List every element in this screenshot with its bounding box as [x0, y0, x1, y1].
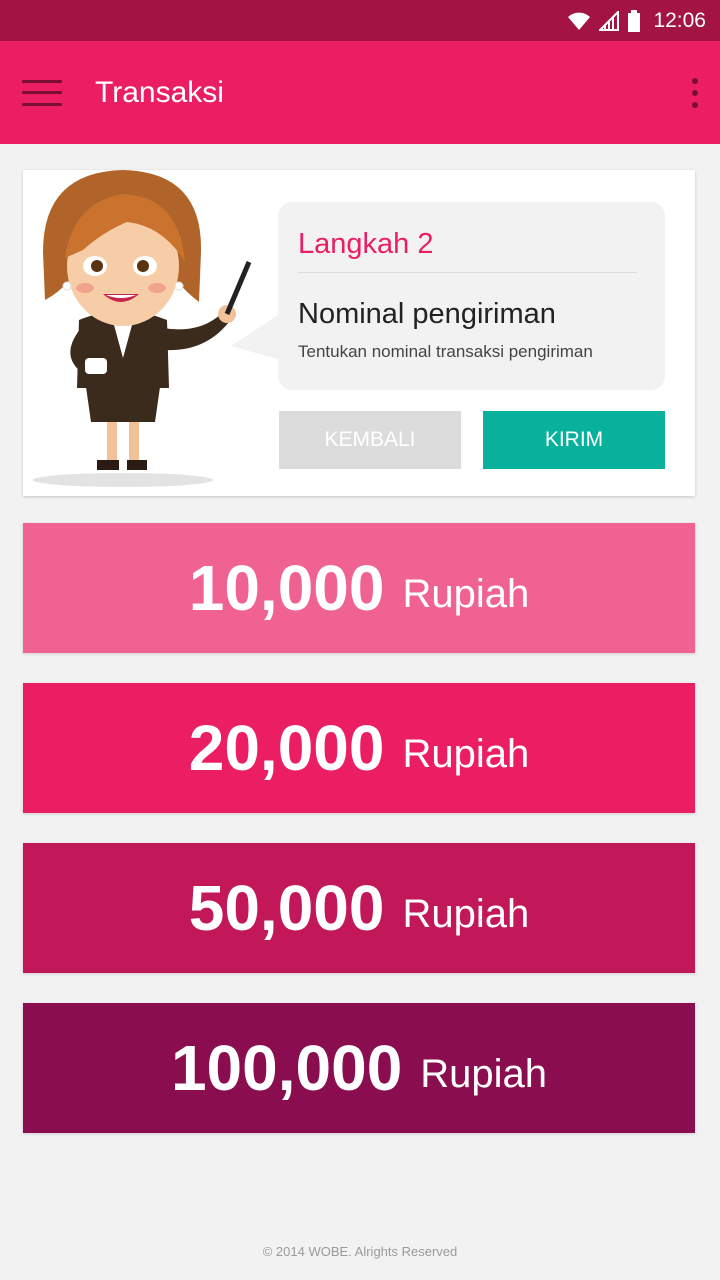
send-button[interactable]: KIRIM — [483, 411, 665, 469]
signal-icon — [599, 10, 620, 31]
battery-icon — [628, 9, 641, 32]
amount-value: 20,000 — [188, 712, 385, 784]
footer-copyright: © 2014 WOBE. Alrights Reserved — [262, 1244, 458, 1259]
amount-option-50000[interactable]: 50,000 Rupiah — [23, 843, 695, 973]
step-description: Tentukan nominal transaksi pengiriman — [298, 342, 593, 361]
page-title: Transaksi — [95, 75, 224, 109]
status-time: 12:06 — [653, 8, 706, 32]
guide-card: Langkah 2 Nominal pengiriman Tentukan no… — [23, 170, 695, 496]
amount-value: 10,000 — [188, 552, 385, 624]
menu-icon[interactable] — [22, 79, 62, 106]
amount-option-20000[interactable]: 20,000 Rupiah — [23, 683, 695, 813]
divider — [298, 272, 637, 273]
step-title: Langkah 2 — [298, 228, 434, 260]
amount-unit: Rupiah — [402, 731, 530, 776]
amount-unit: Rupiah — [402, 571, 530, 616]
status-bar: 12:06 — [0, 0, 720, 41]
amount-option-10000[interactable]: 10,000 Rupiah — [23, 523, 695, 653]
amount-unit: Rupiah — [420, 1051, 548, 1096]
teacher-mascot-illustration — [33, 170, 252, 487]
speech-bubble: Langkah 2 Nominal pengiriman Tentukan no… — [278, 202, 665, 390]
more-options-icon[interactable] — [692, 78, 698, 108]
amount-option-100000[interactable]: 100,000 Rupiah — [23, 1003, 695, 1133]
amount-unit: Rupiah — [402, 891, 530, 936]
amount-value: 100,000 — [170, 1032, 403, 1104]
wifi-icon — [568, 12, 591, 30]
step-heading: Nominal pengiriman — [298, 298, 556, 330]
app-bar: Transaksi — [0, 41, 720, 144]
amount-value: 50,000 — [188, 872, 385, 944]
speech-bubble-tail — [231, 313, 281, 360]
back-button[interactable]: KEMBALI — [279, 411, 461, 469]
